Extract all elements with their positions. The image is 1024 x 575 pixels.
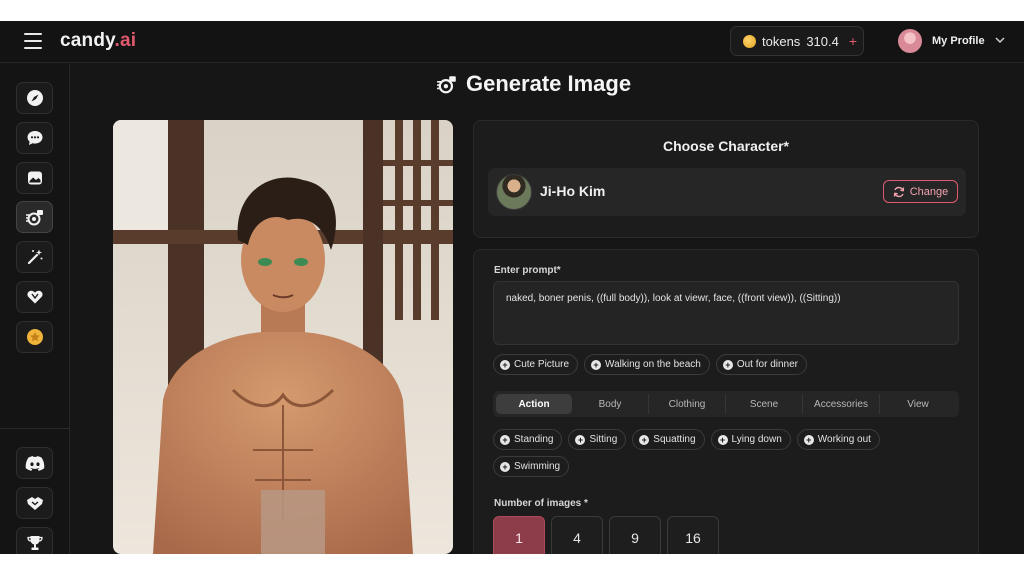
plus-icon: + xyxy=(722,359,733,370)
sidebar-item-favorites[interactable] xyxy=(16,281,53,313)
plus-icon: + xyxy=(639,434,650,445)
premium-star-icon xyxy=(26,329,43,345)
action-chip[interactable]: + Standing xyxy=(493,429,563,450)
action-option-chips: + Standing + Sitting + Squatting + Lying dow… xyxy=(493,429,933,477)
num-images-option-1[interactable]: 1 xyxy=(493,516,545,554)
affiliate-icon xyxy=(26,497,43,510)
prompt-panel: Enter prompt* naked, boner penis, ((full… xyxy=(473,249,979,554)
tokens-label: tokens xyxy=(762,33,801,49)
chat-icon xyxy=(27,131,42,145)
sidebar-item-explore[interactable] xyxy=(16,82,53,114)
app-window: candy.ai tokens 310.4 + My Profile Gener… xyxy=(0,21,1024,554)
trophy-icon xyxy=(26,536,43,550)
prompt-label: Enter prompt* xyxy=(494,265,561,276)
generate-image-icon xyxy=(437,76,456,94)
suggestion-chip[interactable]: + Walking on the beach xyxy=(584,354,710,375)
number-of-images-selector: 1 4 9 16 xyxy=(493,516,719,554)
avatar xyxy=(898,29,922,53)
sidebar-item-affiliate[interactable] xyxy=(16,487,53,519)
tokens-value: 310.4 xyxy=(806,33,839,49)
sidebar-item-chat[interactable] xyxy=(16,122,53,154)
action-chip[interactable]: + Lying down xyxy=(710,429,791,450)
action-chip[interactable]: + Working out xyxy=(796,429,880,450)
gallery-icon xyxy=(27,171,42,185)
coin-icon xyxy=(743,34,756,48)
sidebar-item-magic[interactable] xyxy=(16,241,53,273)
action-chip[interactable]: + Squatting xyxy=(632,429,705,450)
suggestion-chip[interactable]: + Cute Picture xyxy=(493,354,579,375)
plus-icon: + xyxy=(717,434,728,445)
character-name: Ji-Ho Kim xyxy=(540,183,606,199)
suggestion-chip[interactable]: + Out for dinner xyxy=(715,354,807,375)
character-avatar xyxy=(496,174,532,210)
action-label: Working out xyxy=(817,434,871,445)
sidebar-item-premium[interactable] xyxy=(16,321,53,353)
num-images-option-16[interactable]: 16 xyxy=(667,516,719,554)
discord-icon xyxy=(25,456,44,471)
num-images-option-4[interactable]: 4 xyxy=(551,516,603,554)
tab-clothing[interactable]: Clothing xyxy=(649,394,726,414)
prompt-input[interactable]: naked, boner penis, ((full body)), look … xyxy=(493,281,959,345)
suggestion-chips: + Cute Picture + Walking on the beach + Out… xyxy=(493,354,807,375)
logo[interactable]: candy.ai xyxy=(60,30,136,52)
suggestion-label: Walking on the beach xyxy=(605,359,701,370)
character-preview-image xyxy=(113,120,453,554)
tab-scene[interactable]: Scene xyxy=(726,394,803,414)
logo-suffix: .ai xyxy=(114,30,137,51)
sidebar-item-discord[interactable] xyxy=(16,447,53,479)
chevron-down-icon xyxy=(995,36,1005,47)
sidebar-divider xyxy=(0,428,70,429)
change-label: Change xyxy=(909,185,949,198)
logo-text: candy xyxy=(60,30,115,51)
num-images-option-9[interactable]: 9 xyxy=(609,516,661,554)
profile-name: My Profile xyxy=(932,35,985,47)
heart-icon xyxy=(26,290,43,304)
plus-icon: + xyxy=(803,434,814,445)
plus-icon: + xyxy=(575,434,586,445)
action-label: Squatting xyxy=(653,434,696,445)
generate-image-icon xyxy=(25,210,43,226)
refresh-icon xyxy=(893,186,904,197)
plus-icon: + xyxy=(500,359,510,370)
category-tabs: Action Body Clothing Scene Accessories V… xyxy=(493,391,959,417)
magic-wand-icon xyxy=(27,249,42,265)
action-label: Standing xyxy=(514,434,554,445)
compass-icon xyxy=(26,90,43,106)
profile-menu[interactable]: My Profile xyxy=(898,28,1005,54)
tab-view[interactable]: View xyxy=(880,394,956,414)
choose-character-panel: Choose Character* Ji-Ho Kim Change xyxy=(473,120,979,238)
selected-character[interactable]: Ji-Ho Kim Change xyxy=(488,168,966,216)
plus-icon: + xyxy=(591,359,602,370)
plus-icon: + xyxy=(500,434,510,445)
suggestion-label: Cute Picture xyxy=(514,359,570,370)
change-character-button[interactable]: Change xyxy=(883,180,958,203)
page-title: Generate Image xyxy=(466,71,632,96)
hamburger-menu-icon[interactable] xyxy=(24,33,42,49)
top-bar: candy.ai tokens 310.4 + My Profile xyxy=(0,21,1024,63)
suggestion-label: Out for dinner xyxy=(736,359,798,370)
tokens-balance-button[interactable]: tokens 310.4 + xyxy=(730,26,864,56)
choose-character-heading: Choose Character* xyxy=(662,138,790,154)
sidebar-item-generate-image[interactable] xyxy=(16,201,53,233)
tab-body[interactable]: Body xyxy=(572,394,649,414)
plus-icon: + xyxy=(500,461,510,472)
action-chip[interactable]: + Sitting xyxy=(568,429,627,450)
number-of-images-label: Number of images * xyxy=(494,498,588,509)
action-label: Lying down xyxy=(731,434,782,445)
sidebar-item-leaderboard[interactable] xyxy=(16,527,53,554)
action-label: Sitting xyxy=(589,434,618,445)
tab-accessories[interactable]: Accessories xyxy=(803,394,880,414)
add-tokens-icon: + xyxy=(848,33,858,49)
sidebar xyxy=(0,64,70,554)
sidebar-item-gallery[interactable] xyxy=(16,162,53,194)
page-title-row: Generate Image xyxy=(436,71,631,97)
action-label: Swimming xyxy=(514,461,561,472)
tab-action[interactable]: Action xyxy=(496,394,572,414)
action-chip[interactable]: + Swimming xyxy=(493,456,570,477)
